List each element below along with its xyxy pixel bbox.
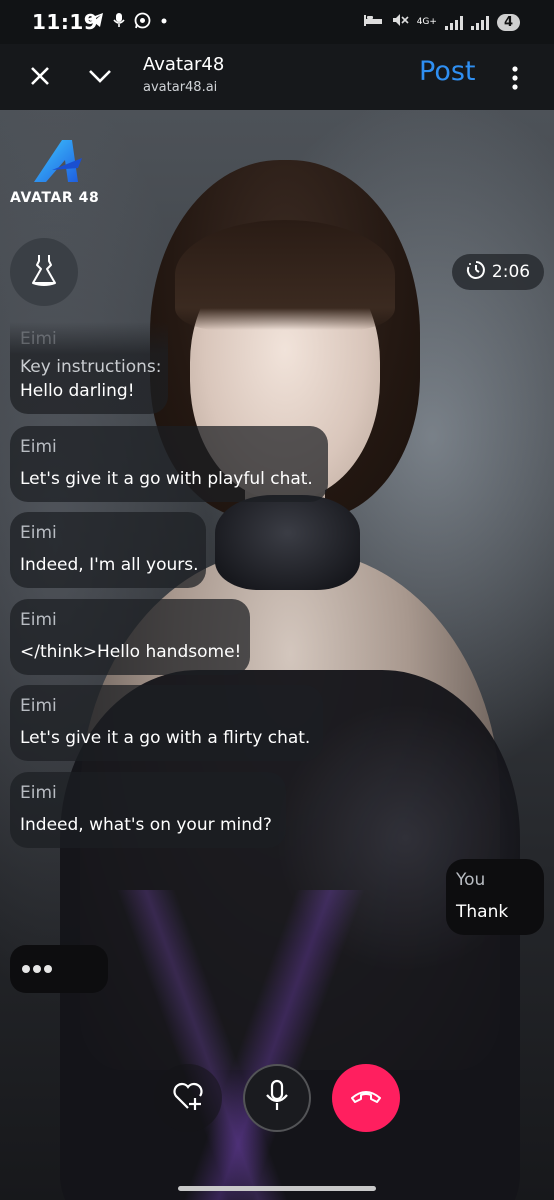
more-options-icon[interactable] (503, 64, 527, 92)
typing-dot (44, 965, 52, 973)
chevron-down-icon[interactable] (86, 62, 114, 90)
typing-indicator (10, 945, 108, 993)
message-text: Let's give it a go with playful chat. (20, 469, 313, 489)
chat-message: Eimi Key instructions: Hello darling! (10, 322, 168, 414)
telegram-icon (86, 12, 104, 33)
avatar-dress-glow (100, 890, 460, 1200)
message-sender: Eimi (20, 783, 57, 803)
chat-message: Eimi Indeed, what's on your mind? (10, 772, 286, 848)
message-text: Let's give it a go with a flirty chat. (20, 728, 311, 748)
status-bar: 11:19 4G+ 4 (0, 0, 554, 44)
avatar48-logo: AVATAR 48 (10, 138, 100, 210)
call-timer: 2:06 (452, 254, 544, 290)
typing-dot (22, 965, 30, 973)
status-left-icons (86, 12, 168, 33)
message-sender: Eimi (20, 696, 57, 716)
chat-message: Eimi Let's give it a go with a flirty ch… (10, 685, 323, 761)
home-indicator[interactable] (178, 1186, 376, 1191)
bed-icon (363, 13, 383, 31)
logo-text: AVATAR 48 (10, 190, 100, 206)
phone-hangup-icon (349, 1086, 383, 1110)
outfit-button[interactable] (10, 238, 78, 306)
battery-icon: 4 (496, 13, 520, 31)
page-url: avatar48.ai (143, 80, 218, 95)
avatar-bangs (175, 220, 395, 330)
status-right-icons: 4G+ 4 (363, 12, 520, 32)
timer-value: 2:06 (491, 262, 531, 282)
close-icon[interactable] (26, 62, 54, 90)
message-text: Thank (456, 902, 509, 922)
avatar48-logo-mark (34, 140, 82, 182)
message-sender: Eimi (20, 437, 57, 457)
chat-message: Eimi Indeed, I'm all yours. (10, 512, 206, 588)
browser-app-bar: Avatar48 avatar48.ai Post (0, 44, 554, 110)
microphone-button[interactable] (243, 1064, 311, 1132)
message-text: Key instructions: (20, 356, 162, 378)
mic-icon (113, 12, 125, 33)
mute-icon (391, 12, 409, 32)
message-text: Hello darling! (20, 380, 158, 402)
notification-dot-icon (160, 12, 168, 33)
message-text: </think>Hello handsome! (20, 642, 242, 662)
message-sender: You (456, 870, 486, 890)
message-text: Indeed, I'm all yours. (20, 555, 199, 575)
whatsapp-icon (134, 12, 151, 33)
message-line: Hello darling! (20, 381, 135, 401)
user-chat-message: You Thank (446, 859, 544, 935)
typing-dot (33, 965, 41, 973)
message-sender: Eimi (20, 329, 57, 349)
post-button[interactable]: Post (419, 56, 476, 87)
dress-icon (29, 253, 59, 291)
microphone-icon (263, 1079, 291, 1117)
message-text: Indeed, what's on your mind? (20, 815, 272, 835)
message-sender: Eimi (20, 610, 57, 630)
signal-icon (470, 14, 489, 30)
timer-icon (466, 260, 486, 285)
favorite-button[interactable] (154, 1064, 222, 1132)
heart-plus-icon (171, 1080, 205, 1116)
signal-icon (444, 14, 463, 30)
page-title: Avatar48 (143, 54, 225, 75)
message-sender: Eimi (20, 523, 57, 543)
message-line: Key instructions: (20, 357, 162, 377)
chat-message: Eimi Let's give it a go with playful cha… (10, 426, 328, 502)
end-call-button[interactable] (332, 1064, 400, 1132)
network-type-icon: 4G+ (416, 16, 437, 27)
avatar-choker (215, 495, 360, 590)
chat-message: Eimi </think>Hello handsome! (10, 599, 250, 675)
